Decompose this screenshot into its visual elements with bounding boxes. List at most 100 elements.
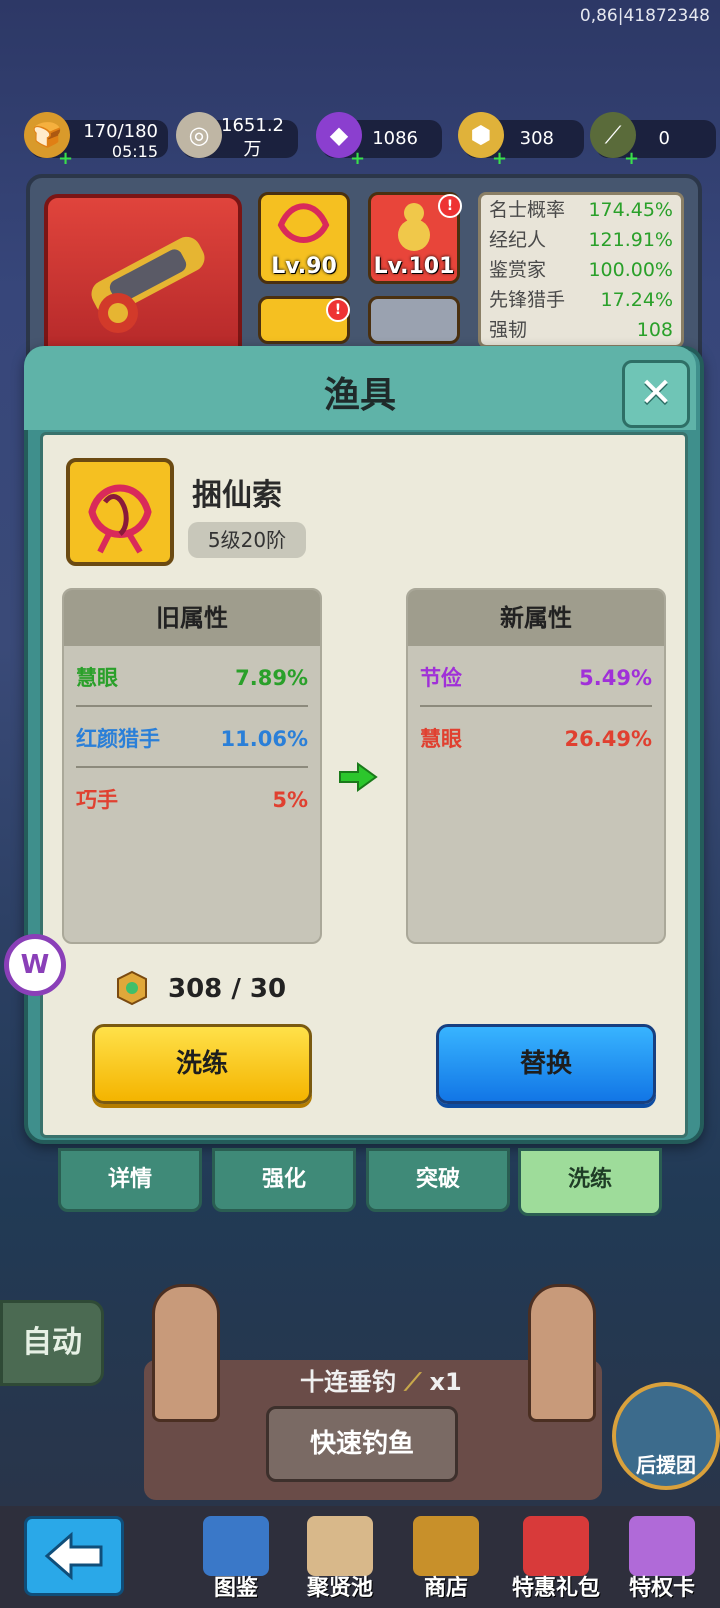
stat-label: 经纪人 (489, 229, 547, 251)
dock-post (152, 1284, 220, 1422)
refine-stone-icon (117, 970, 147, 1006)
item-slot-rope[interactable]: Lv.90 (258, 192, 350, 284)
stat-value: 17.24% (600, 289, 673, 311)
resource-coins[interactable]: ◎ 1651.2 万 (176, 112, 298, 160)
fishing-rod-icon: ⟋ (404, 1368, 422, 1396)
attribute-value: 26.49% (564, 727, 652, 751)
shop-icon (413, 1516, 479, 1576)
coins-unit: 万 (243, 139, 262, 160)
stat-label: 先锋猎手 (489, 289, 566, 311)
support-team-button[interactable]: 后援团 (612, 1382, 720, 1490)
modal-title: 渔具 (323, 375, 396, 416)
stamina-timer: 05:15 (111, 142, 158, 161)
nav-label: 商店 (423, 1576, 468, 1601)
auto-button[interactable]: 自动 (0, 1300, 104, 1386)
gems-value: 1086 (372, 128, 418, 149)
stats-panel: 名士概率 174.45% 经纪人 121.91% 鉴赏家 100.00% 先锋猎手 17… (478, 192, 684, 348)
rods-value: 0 (658, 128, 670, 149)
close-button[interactable]: ✕ (622, 360, 690, 428)
privilege-card-icon (629, 1516, 695, 1576)
new-attributes-header: 新属性 (408, 590, 664, 646)
cannon-icon (91, 236, 205, 333)
catalog-icon (203, 1516, 269, 1576)
back-arrow-icon (44, 1531, 103, 1581)
tab-breakthrough[interactable]: 突破 (366, 1148, 510, 1212)
old-attributes-panel: 旧属性 慧眼 7.89% 红颜猎手 11.06% 巧手 5% (62, 588, 322, 944)
nav-gathering-pool[interactable]: 聚贤池 (290, 1516, 390, 1604)
nav-gift-pack[interactable]: 特惠礼包 (504, 1516, 608, 1604)
stat-value: 108 (636, 319, 673, 341)
gift-pack-icon (523, 1516, 589, 1576)
add-icon[interactable]: + (492, 148, 507, 169)
tab-enhance[interactable]: 强化 (212, 1148, 356, 1212)
stat-label: 强韧 (489, 319, 528, 341)
resource-stamina[interactable]: 🍞 + 170/180 05:15 (24, 112, 168, 169)
item-level: Lv.101 (373, 254, 455, 279)
resource-gems[interactable]: ◆ + 1086 (316, 112, 442, 169)
attribute-row: 红颜猎手 11.06% (76, 707, 308, 768)
new-attributes-panel: 新属性 节俭 5.49% 慧眼 26.49% (406, 588, 666, 944)
close-icon: ✕ (639, 370, 673, 416)
stat-label: 名士概率 (489, 199, 566, 221)
attribute-value: 5.49% (579, 666, 652, 690)
nav-privilege-card[interactable]: 特权卡 (612, 1516, 712, 1604)
arrow-right-icon (339, 762, 378, 792)
stat-label: 鉴赏家 (489, 259, 547, 281)
stat-value: 121.91% (588, 229, 673, 251)
attribute-name: 巧手 (76, 788, 118, 812)
stamina-value: 170/180 (83, 121, 158, 142)
resource-rods[interactable]: ⟋ + 0 (590, 112, 716, 169)
alert-icon: ! (438, 194, 462, 218)
stat-value: 174.45% (588, 199, 673, 221)
nav-label: 特惠礼包 (511, 1576, 600, 1601)
nav-catalog[interactable]: 图鉴 (186, 1516, 286, 1604)
ten-pull-label[interactable]: 十连垂钓 ⟋ x1 (300, 1362, 462, 1397)
coins-value: 1651.2 (221, 115, 284, 136)
attribute-row: 巧手 5% (76, 768, 308, 827)
ten-pull-count: x1 (429, 1368, 462, 1396)
support-team-label: 后援团 (636, 1453, 696, 1477)
back-button[interactable] (24, 1516, 124, 1596)
nav-label: 图鉴 (213, 1576, 258, 1601)
floating-w-icon[interactable]: W (4, 934, 66, 996)
item-slot-bun[interactable] (368, 296, 460, 344)
stones-value: 308 (519, 128, 554, 149)
tab-details[interactable]: 详情 (58, 1148, 202, 1212)
rope-icon (88, 484, 152, 554)
status-info: 0,86|41872348 (579, 6, 710, 26)
attribute-name: 慧眼 (76, 666, 118, 690)
attribute-value: 7.89% (235, 666, 308, 690)
alert-icon: ! (326, 298, 350, 322)
add-icon[interactable]: + (624, 148, 639, 169)
stat-value: 100.00% (588, 259, 673, 281)
tab-refine[interactable]: 洗练 (518, 1148, 662, 1216)
attribute-name: 红颜猎手 (76, 727, 160, 751)
attribute-name: 节俭 (420, 666, 462, 690)
map-scroll-icon (307, 1516, 373, 1576)
nav-label: 特权卡 (628, 1576, 695, 1601)
item-name: 捆仙索 (192, 478, 282, 513)
attribute-row: 慧眼 26.49% (420, 707, 652, 766)
attribute-row: 慧眼 7.89% (76, 646, 308, 707)
refine-cost: 308 / 30 (168, 974, 287, 1004)
rope-icon (277, 203, 330, 243)
item-level: Lv.90 (271, 254, 337, 279)
ten-pull-text: 十连垂钓 (300, 1368, 396, 1396)
item-grade: 5级20阶 (188, 522, 306, 558)
add-icon[interactable]: + (58, 148, 73, 169)
attribute-value: 11.06% (220, 727, 308, 751)
refine-button[interactable]: 洗练 (92, 1024, 312, 1104)
resource-stones[interactable]: ⬢ + 308 (458, 112, 584, 169)
coin-icon: ◎ (176, 112, 222, 158)
dock-post (528, 1284, 596, 1422)
item-icon-rope (66, 458, 174, 566)
nav-shop[interactable]: 商店 (396, 1516, 496, 1604)
fast-fish-button[interactable]: 快速钓鱼 (266, 1406, 458, 1482)
add-icon[interactable]: + (350, 148, 365, 169)
attribute-value: 5% (272, 788, 308, 812)
attribute-name: 慧眼 (420, 727, 462, 751)
nav-label: 聚贤池 (306, 1576, 373, 1601)
replace-button[interactable]: 替换 (436, 1024, 656, 1104)
attribute-row: 节俭 5.49% (420, 646, 652, 707)
old-attributes-header: 旧属性 (64, 590, 320, 646)
